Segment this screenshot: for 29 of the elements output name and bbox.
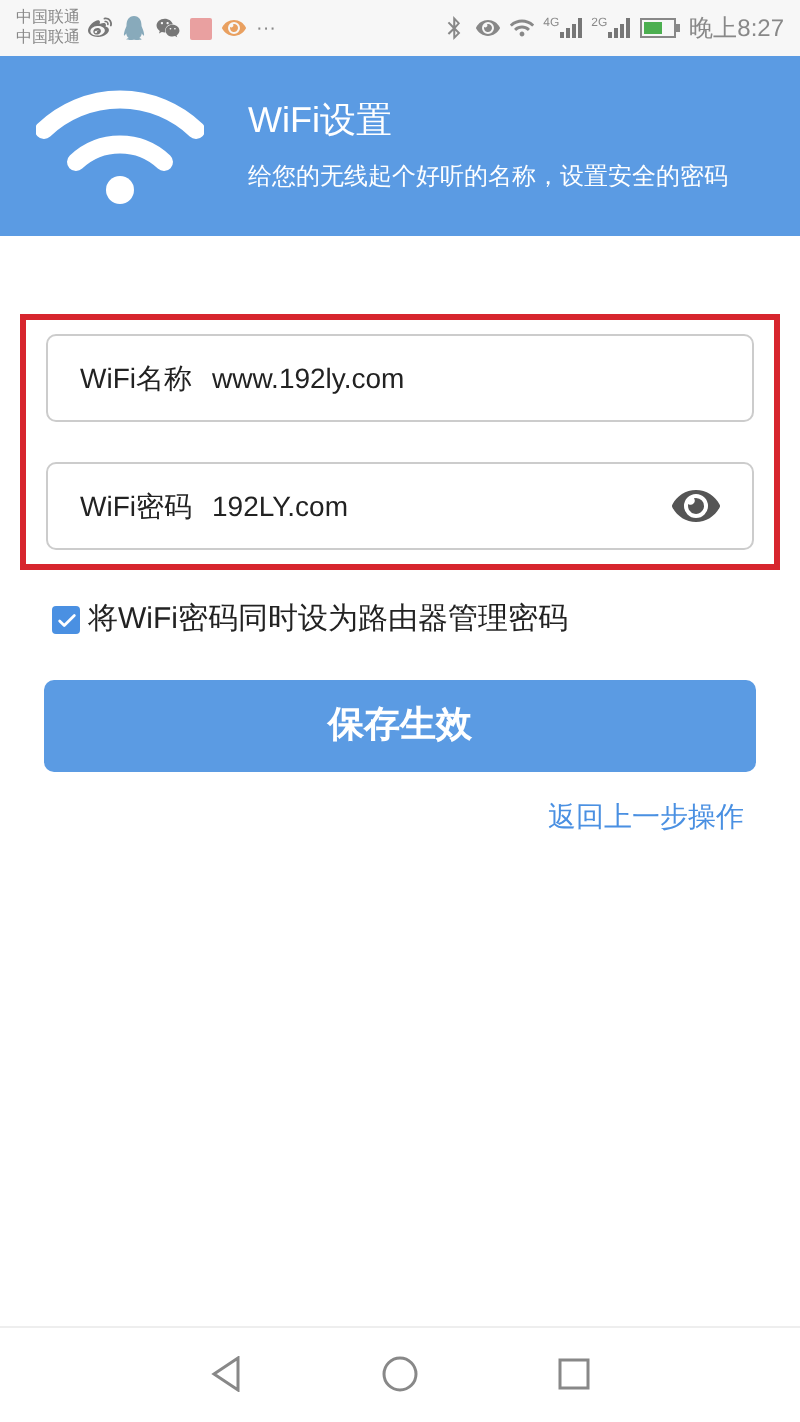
checkbox-label: 将WiFi密码同时设为路由器管理密码 [88,600,568,640]
check-icon [55,609,77,632]
field-value: www.192ly.com [212,359,405,398]
field-label: WiFi密码 [80,487,192,525]
field-label: WiFi名称 [80,359,192,397]
recent-apps-icon[interactable] [558,1357,590,1389]
page-title: WiFi设置 [248,97,394,143]
chat-icon [156,16,180,40]
signal-icon [559,18,582,38]
battery-icon [639,18,680,38]
page-subtitle: 给您的无线起个好听的名称，设置安全的密码 [248,160,728,195]
signal-icon [607,18,630,38]
input-field[interactable]: WiFi名称 www.192ly.com [46,334,754,422]
weibo-icon [88,16,112,40]
wifi-icon [36,86,204,206]
wifi-icon [509,16,534,40]
carrier-name: 中国联通 [16,28,80,48]
penguin-icon [122,16,146,40]
clock-time: 晚上8:27 [689,12,784,46]
back-icon[interactable] [210,1355,242,1391]
home-icon[interactable] [382,1355,418,1391]
more-notifications: ··· [256,15,276,43]
eye-icon [222,16,246,40]
checkbox[interactable] [52,606,80,635]
field-value: 192LY.com [212,487,348,525]
input-field[interactable]: WiFi密码 192LY.com [46,462,754,550]
app-icon [190,17,212,39]
carrier-name: 中国联通 [16,8,80,28]
eye-icon [475,16,500,40]
